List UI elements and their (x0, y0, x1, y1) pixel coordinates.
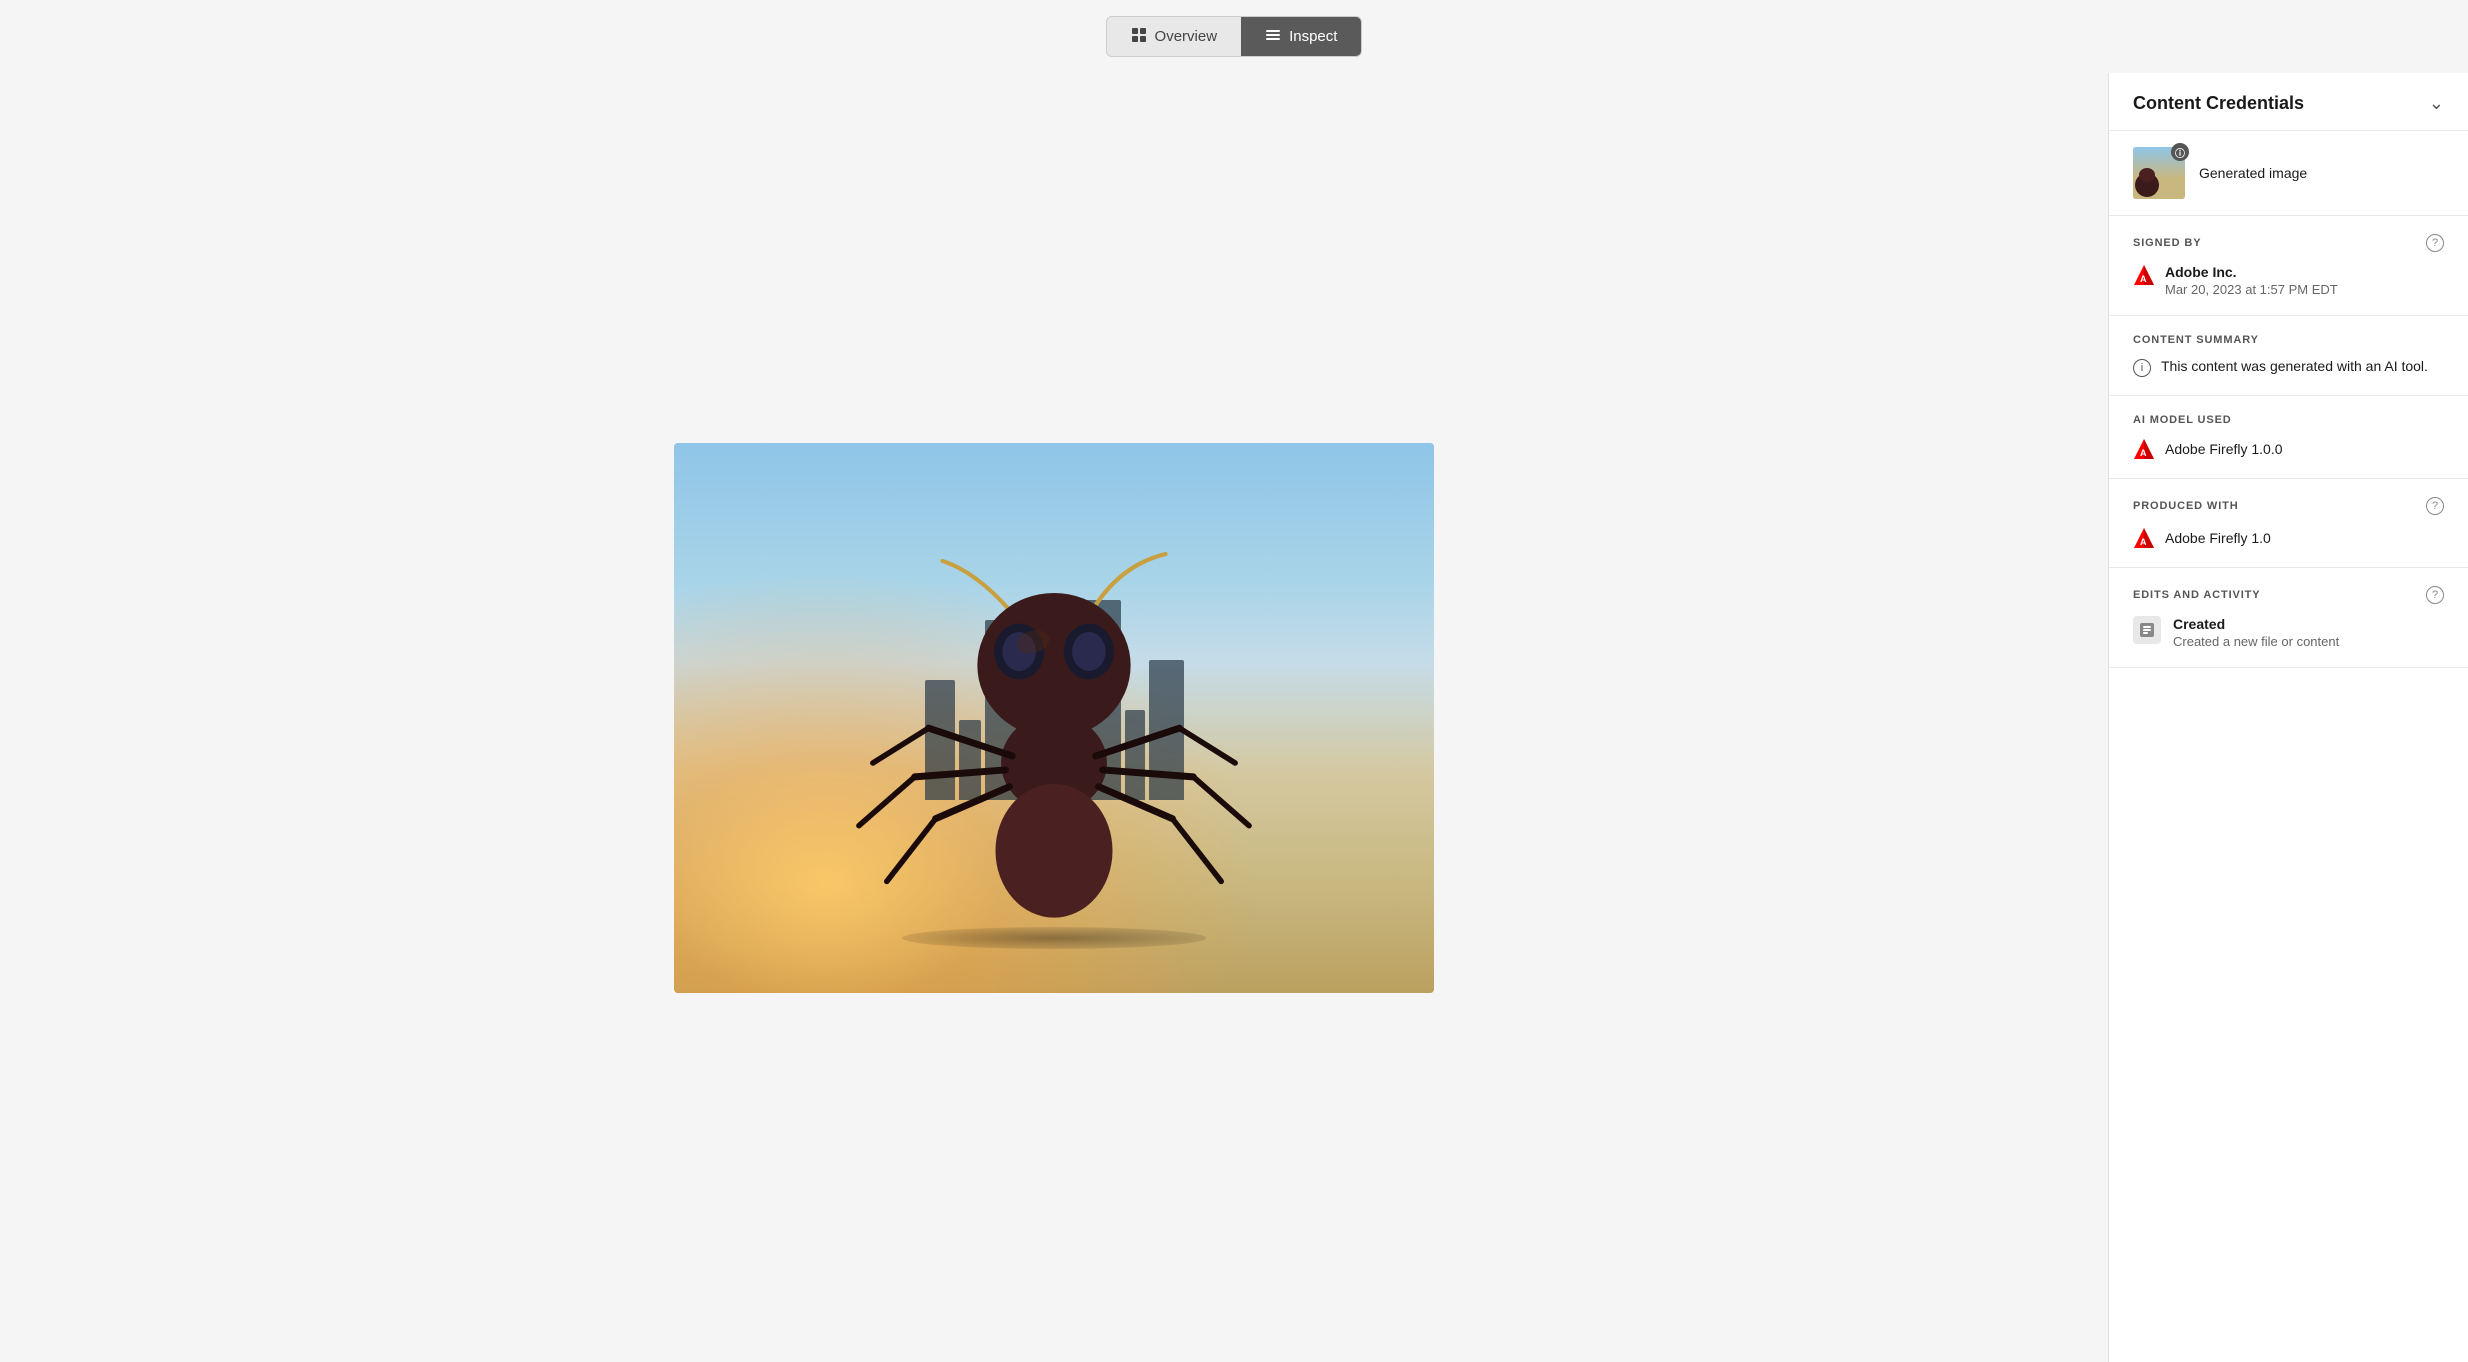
ant-shadow (902, 927, 1206, 949)
chevron-down-icon[interactable]: ⌄ (2429, 93, 2444, 114)
activity-icon-box (2133, 616, 2161, 644)
image-container (674, 443, 1434, 993)
created-icon (2139, 622, 2155, 638)
adobe-logo-icon: A (2133, 264, 2155, 286)
signer-info: Adobe Inc. Mar 20, 2023 at 1:57 PM EDT (2165, 264, 2338, 297)
left-area (0, 73, 2108, 1362)
signer-name: Adobe Inc. (2165, 264, 2338, 280)
overview-icon (1131, 27, 1147, 46)
top-bar: Overview Inspect (0, 0, 2468, 73)
generated-image-row: ⓘ Generated image (2109, 131, 2468, 216)
produced-with-name: Adobe Firefly 1.0 (2165, 530, 2271, 546)
tab-inspect-label: Inspect (1289, 28, 1337, 45)
svg-text:A: A (2140, 537, 2147, 547)
signer-date: Mar 20, 2023 at 1:57 PM EDT (2165, 282, 2338, 297)
tab-inspect[interactable]: Inspect (1241, 17, 1361, 56)
activity-title-text: Created (2173, 616, 2339, 632)
tab-overview-label: Overview (1155, 28, 1218, 45)
thumbnail-wrapper: ⓘ (2133, 147, 2185, 199)
ai-model-header: AI MODEL USED (2133, 414, 2444, 426)
panel-header: Content Credentials ⌄ (2109, 73, 2468, 131)
section-ai-model: AI MODEL USED A Adobe Firefly 1.0.0 (2109, 396, 2468, 479)
ai-model-name: Adobe Firefly 1.0.0 (2165, 441, 2283, 457)
svg-text:A: A (2140, 274, 2147, 284)
summary-row: i This content was generated with an AI … (2133, 358, 2444, 377)
edits-activity-header: EDITS AND ACTIVITY ? (2133, 586, 2444, 604)
section-produced-with: PRODUCED WITH ? A Adobe Firefly 1.0 (2109, 479, 2468, 568)
produced-with-header: PRODUCED WITH ? (2133, 497, 2444, 515)
tab-group: Overview Inspect (1106, 16, 1363, 57)
main-image (674, 443, 1434, 993)
svg-text:A: A (2140, 448, 2147, 458)
summary-text: This content was generated with an AI to… (2161, 358, 2428, 374)
activity-row: Created Created a new file or content (2133, 616, 2444, 649)
produced-with-title: PRODUCED WITH (2133, 500, 2239, 512)
produced-with-adobe-icon: A (2133, 527, 2155, 549)
edits-activity-help-icon[interactable]: ? (2426, 586, 2444, 604)
produced-with-help-icon[interactable]: ? (2426, 497, 2444, 515)
model-row: A Adobe Firefly 1.0.0 (2133, 438, 2444, 460)
signer-row: A Adobe Inc. Mar 20, 2023 at 1:57 PM EDT (2133, 264, 2444, 297)
activity-desc-text: Created a new file or content (2173, 634, 2339, 649)
edits-activity-title: EDITS AND ACTIVITY (2133, 589, 2260, 601)
content-summary-header: CONTENT SUMMARY (2133, 334, 2444, 346)
tab-overview[interactable]: Overview (1107, 17, 1242, 56)
info-circle-icon: i (2133, 359, 2151, 377)
panel-title: Content Credentials (2133, 93, 2304, 114)
signed-by-help-icon[interactable]: ? (2426, 234, 2444, 252)
ai-model-title: AI MODEL USED (2133, 414, 2232, 426)
inspect-icon (1265, 27, 1281, 46)
signed-by-title: SIGNED BY (2133, 237, 2201, 249)
activity-info: Created Created a new file or content (2173, 616, 2339, 649)
signed-by-header: SIGNED BY ? (2133, 234, 2444, 252)
main-layout: Content Credentials ⌄ (0, 73, 2468, 1362)
generated-image-label: Generated image (2199, 165, 2307, 181)
ant-svg (845, 547, 1263, 937)
section-content-summary: CONTENT SUMMARY i This content was gener… (2109, 316, 2468, 396)
content-summary-title: CONTENT SUMMARY (2133, 334, 2259, 346)
section-signed-by: SIGNED BY ? A Adobe Inc. Mar 20, 2023 at… (2109, 216, 2468, 316)
thumbnail-badge: ⓘ (2171, 143, 2189, 161)
section-edits-activity: EDITS AND ACTIVITY ? Created Created a n… (2109, 568, 2468, 668)
right-panel: Content Credentials ⌄ (2108, 73, 2468, 1362)
ai-model-adobe-icon: A (2133, 438, 2155, 460)
produced-with-row: A Adobe Firefly 1.0 (2133, 527, 2444, 549)
